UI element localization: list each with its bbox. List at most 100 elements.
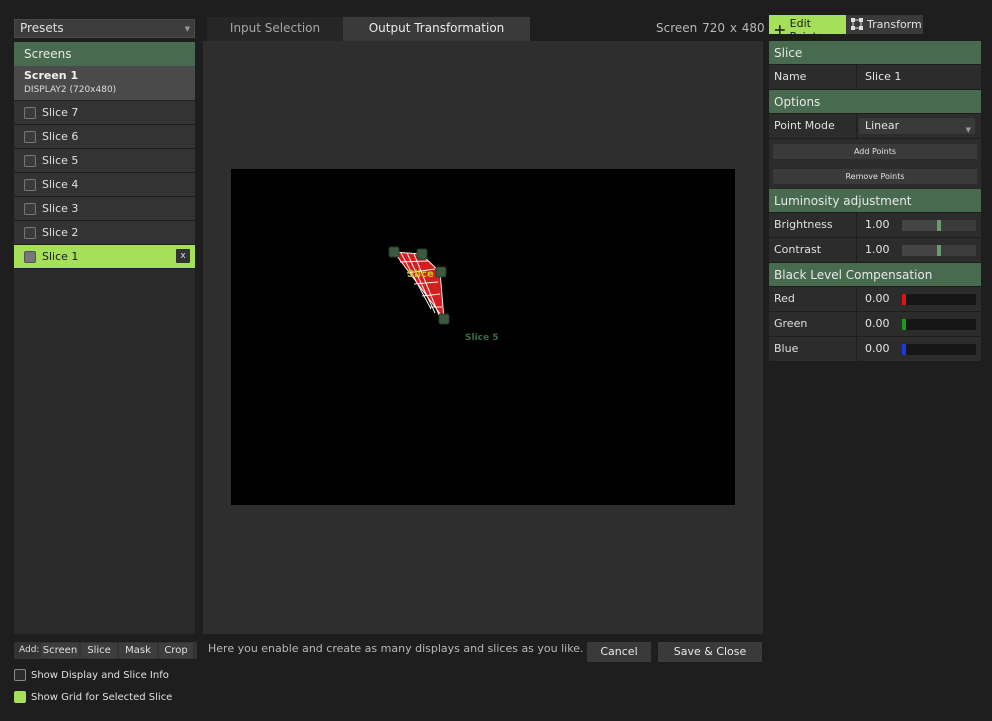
slice-checkbox[interactable] — [24, 179, 36, 191]
point-mode-value: Linear — [865, 119, 900, 132]
edit-points-button[interactable]: Edit Points — [769, 15, 846, 43]
presets-label: Presets — [20, 21, 64, 35]
slice-label: Slice 3 — [42, 202, 79, 215]
slice-overlay: Slice 1 Slice 5 — [388, 246, 499, 343]
slice-item-5[interactable]: Slice 5 — [14, 149, 195, 173]
screens-panel: Screens Screen 1 DISPLAY2 (720x480) Slic… — [14, 42, 195, 634]
presets-dropdown[interactable]: Presets ▼ — [14, 19, 195, 38]
slider-handle[interactable] — [937, 220, 941, 231]
show-grid-label: Show Grid for Selected Slice — [31, 691, 173, 703]
hint-text: Here you enable and create as many displ… — [208, 642, 584, 655]
slice-checkbox[interactable] — [24, 203, 36, 215]
screen-size-readout: Screen 720 x 480 — [656, 21, 765, 35]
properties-panel: Slice Name Slice 1 Options Point Mode Li… — [769, 41, 981, 362]
slice-label: Slice 4 — [42, 178, 79, 191]
slice-label: Slice 2 — [42, 226, 79, 239]
green-label: Green — [774, 317, 808, 330]
checkbox-box[interactable] — [14, 691, 26, 703]
slice-checkbox[interactable] — [24, 251, 36, 263]
options-section-header: Options — [769, 90, 981, 114]
brightness-label: Brightness — [774, 218, 833, 231]
brightness-slider[interactable] — [902, 220, 976, 231]
point-mode-label: Point Mode — [774, 119, 835, 132]
green-value: 0.00 — [865, 317, 890, 330]
add-slice-button[interactable]: Slice — [81, 643, 117, 658]
green-slider[interactable] — [902, 319, 976, 330]
green-row: Green 0.00 — [769, 312, 981, 337]
slider-handle[interactable] — [937, 245, 941, 256]
brightness-row: Brightness 1.00 — [769, 213, 981, 238]
plus-icon — [774, 25, 785, 35]
show-info-checkbox[interactable]: Show Display and Slice Info — [14, 669, 169, 681]
add-mask-button[interactable]: Mask — [119, 643, 157, 658]
add-label: Add: — [19, 645, 40, 655]
slider-handle[interactable] — [902, 319, 906, 330]
blue-value: 0.00 — [865, 342, 890, 355]
slice-checkbox[interactable] — [24, 155, 36, 167]
corner-handle-mid-right[interactable] — [435, 266, 447, 278]
screens-header: Screens — [14, 42, 195, 66]
delete-slice-button[interactable]: x — [176, 249, 190, 263]
blue-row: Blue 0.00 — [769, 337, 981, 362]
red-row: Red 0.00 — [769, 287, 981, 312]
corner-handle-top-right[interactable] — [416, 248, 428, 260]
slice-item-4[interactable]: Slice 4 — [14, 173, 195, 197]
chevron-down-icon: ▼ — [184, 25, 190, 33]
red-label: Red — [774, 292, 795, 305]
name-row: Name Slice 1 — [769, 65, 981, 90]
red-slider[interactable] — [902, 294, 976, 305]
slice1-mesh[interactable] — [392, 251, 445, 321]
save-close-button[interactable]: Save & Close — [658, 642, 762, 662]
tab-output-transformation[interactable]: Output Transformation — [343, 17, 530, 41]
slice-item-7[interactable]: Slice 7 — [14, 101, 195, 125]
slice-checkbox[interactable] — [24, 227, 36, 239]
cancel-button[interactable]: Cancel — [587, 642, 651, 662]
add-points-row: Add Points — [769, 139, 981, 164]
name-field[interactable]: Slice 1 — [865, 70, 901, 83]
point-mode-select[interactable]: Linear ▼ — [859, 118, 975, 134]
slice-item-6[interactable]: Slice 6 — [14, 125, 195, 149]
slice5-canvas-label: Slice 5 — [465, 333, 499, 343]
contrast-label: Contrast — [774, 243, 822, 256]
chevron-down-icon: ▼ — [965, 126, 971, 134]
slice-checkbox[interactable] — [24, 107, 36, 119]
show-grid-checkbox[interactable]: Show Grid for Selected Slice — [14, 691, 172, 703]
transform-button[interactable]: Transform — [846, 15, 923, 34]
name-label: Name — [774, 70, 807, 83]
add-points-button[interactable]: Add Points — [773, 144, 977, 159]
tab-input-selection[interactable]: Input Selection — [207, 17, 343, 41]
remove-points-button[interactable]: Remove Points — [773, 169, 977, 184]
slice-checkbox[interactable] — [24, 131, 36, 143]
screen-title: Screen 1 — [24, 69, 79, 82]
corner-handle-bottom[interactable] — [438, 313, 450, 325]
brightness-value: 1.00 — [865, 218, 890, 231]
checkbox-box[interactable] — [14, 669, 26, 681]
remove-points-row: Remove Points — [769, 164, 981, 189]
slice-section-header: Slice — [769, 41, 981, 65]
slice-item-1[interactable]: Slice 1 x — [14, 245, 195, 269]
show-info-label: Show Display and Slice Info — [31, 669, 169, 681]
add-crop-button[interactable]: Crop — [159, 643, 193, 658]
blue-slider[interactable] — [902, 344, 976, 355]
screen-subtitle: DISPLAY2 (720x480) — [24, 85, 117, 95]
slice-item-2[interactable]: Slice 2 — [14, 221, 195, 245]
edit-points-label: Edit Points — [789, 17, 823, 43]
add-toolbar: Add: Screen Slice Mask Crop — [14, 642, 197, 659]
blue-label: Blue — [774, 342, 799, 355]
screen-size-value: 720 x 480 — [702, 21, 765, 35]
screen-item[interactable]: Screen 1 DISPLAY2 (720x480) — [14, 66, 195, 101]
corner-handle-top-left[interactable] — [388, 246, 400, 258]
slider-handle[interactable] — [902, 294, 906, 305]
slice-label: Slice 6 — [42, 130, 79, 143]
slice-item-3[interactable]: Slice 3 — [14, 197, 195, 221]
transform-icon — [851, 18, 863, 30]
slice-label: Slice 5 — [42, 154, 79, 167]
output-stage[interactable]: Slice 1 Slice 5 — [231, 169, 735, 505]
add-screen-button[interactable]: Screen — [41, 643, 79, 658]
luminosity-section-header: Luminosity adjustment — [769, 189, 981, 213]
transform-label: Transform — [867, 17, 922, 31]
contrast-value: 1.00 — [865, 243, 890, 256]
contrast-slider[interactable] — [902, 245, 976, 256]
slice-label: Slice 1 — [42, 250, 79, 263]
slider-handle[interactable] — [902, 344, 906, 355]
